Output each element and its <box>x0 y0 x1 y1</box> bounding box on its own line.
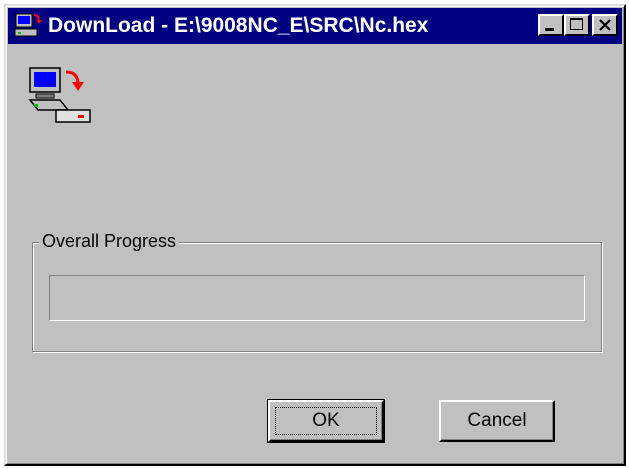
title-bar[interactable]: DownLoad - E:\9008NC_E\SRC\Nc.hex <box>8 8 622 44</box>
download-dialog: DownLoad - E:\9008NC_E\SRC\Nc.hex Overal… <box>4 4 626 466</box>
download-icon <box>14 13 42 39</box>
window-title: DownLoad - E:\9008NC_E\SRC\Nc.hex <box>48 14 429 37</box>
ok-button[interactable]: OK <box>267 399 385 443</box>
cancel-button[interactable]: Cancel <box>439 400 555 442</box>
minimize-icon[interactable] <box>538 14 564 36</box>
overall-progress-label: Overall Progress <box>39 231 180 252</box>
overall-progress-bar <box>49 275 585 321</box>
maximize-icon[interactable] <box>564 14 590 36</box>
overall-progress-group: Overall Progress <box>32 231 602 352</box>
focus-rectangle <box>275 407 377 435</box>
cancel-button-label: Cancel <box>467 410 527 431</box>
download-to-device-icon <box>26 66 96 130</box>
close-icon[interactable] <box>592 14 618 36</box>
